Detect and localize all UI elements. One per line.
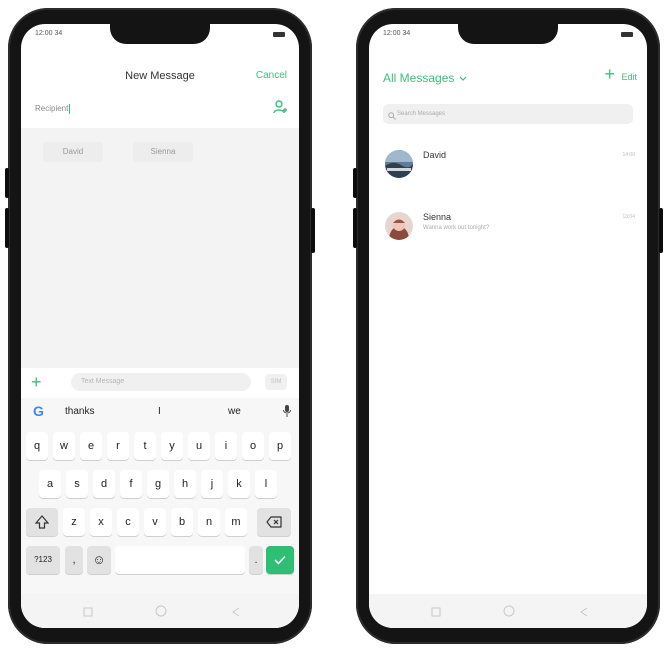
volume-button <box>5 208 9 248</box>
avatar <box>385 212 413 240</box>
word-suggestion[interactable]: I <box>158 406 161 417</box>
key-p[interactable]: p <box>269 432 291 460</box>
back-icon[interactable] <box>579 604 589 622</box>
key-s[interactable]: s <box>66 470 88 498</box>
key-i[interactable]: i <box>215 432 237 460</box>
suggestion-strip: G thanks I we <box>21 398 299 426</box>
contact-name: David <box>423 150 447 160</box>
key-y[interactable]: y <box>161 432 183 460</box>
plus-icon[interactable]: + <box>31 372 42 392</box>
word-suggestion[interactable]: we <box>228 406 241 417</box>
keyboard: G thanks I we q w e r t y u i o p a s d <box>21 398 299 594</box>
contact-suggestions: David Sienna <box>21 128 299 368</box>
key-u[interactable]: u <box>188 432 210 460</box>
backspace-key[interactable] <box>257 508 291 536</box>
phone-frame-right: 12:00 34 All Messages + Edit Search Mess… <box>353 8 663 644</box>
recipient-input[interactable]: Recipient <box>35 104 71 114</box>
google-icon[interactable]: G <box>33 403 44 419</box>
new-message-screen: 12:00 34 New Message Cancel Recipient Da… <box>21 24 299 628</box>
key-c[interactable]: c <box>117 508 139 536</box>
key-v[interactable]: v <box>144 508 166 536</box>
all-messages-screen: 12:00 34 All Messages + Edit Search Mess… <box>369 24 647 628</box>
key-w[interactable]: w <box>53 432 75 460</box>
edit-button[interactable]: Edit <box>621 72 637 82</box>
folder-dropdown[interactable]: All Messages <box>383 71 467 85</box>
enter-key[interactable] <box>266 546 294 574</box>
key-q[interactable]: q <box>26 432 48 460</box>
volume-button <box>5 168 9 198</box>
page-title: All Messages <box>383 71 455 85</box>
conversation-item[interactable]: Sienna Wanna work out tonight? 13:04 <box>369 212 647 262</box>
key-n[interactable]: n <box>198 508 220 536</box>
contact-chip[interactable]: Sienna <box>133 142 193 162</box>
space-key[interactable] <box>115 546 245 574</box>
compose-bar: + Text Message SIM <box>21 368 299 398</box>
recipient-label: Recipient <box>35 104 69 114</box>
check-icon <box>274 556 286 565</box>
key-k[interactable]: k <box>228 470 250 498</box>
message-time: 14:00 <box>622 152 635 158</box>
add-contact-icon[interactable] <box>273 100 287 119</box>
text-cursor <box>69 104 71 114</box>
nav-bar <box>21 594 299 628</box>
power-button <box>659 208 663 253</box>
shift-icon <box>34 515 50 529</box>
notch <box>110 24 210 44</box>
message-preview: Wanna work out tonight? <box>423 225 490 231</box>
emoji-icon: ☺ <box>92 552 106 567</box>
key-t[interactable]: t <box>134 432 156 460</box>
nav-bar <box>369 594 647 628</box>
back-icon[interactable] <box>231 604 241 622</box>
new-message-button[interactable]: + <box>604 64 615 85</box>
notch <box>458 24 558 44</box>
home-icon[interactable] <box>503 604 515 622</box>
word-suggestion[interactable]: thanks <box>65 406 94 417</box>
phone-frame-left: 12:00 34 New Message Cancel Recipient Da… <box>5 8 315 644</box>
key-z[interactable]: z <box>63 508 85 536</box>
message-time: 13:04 <box>622 214 635 220</box>
send-button[interactable]: SIM <box>265 374 287 390</box>
key-g[interactable]: g <box>147 470 169 498</box>
key-f[interactable]: f <box>120 470 142 498</box>
key-o[interactable]: o <box>242 432 264 460</box>
power-button <box>311 208 315 253</box>
status-time: 12:00 34 <box>383 30 411 37</box>
key-m[interactable]: m <box>225 508 247 536</box>
contact-chip[interactable]: David <box>43 142 103 162</box>
key-l[interactable]: l <box>255 470 277 498</box>
search-placeholder: Search Messages <box>397 111 446 117</box>
volume-button <box>353 168 357 198</box>
message-input[interactable]: Text Message <box>71 373 251 391</box>
emoji-key[interactable]: ☺ <box>87 546 111 574</box>
key-d[interactable]: d <box>93 470 115 498</box>
recent-apps-icon[interactable] <box>83 604 93 622</box>
mic-icon[interactable] <box>283 404 291 422</box>
key-h[interactable]: h <box>174 470 196 498</box>
key-j[interactable]: j <box>201 470 223 498</box>
backspace-icon <box>266 516 282 528</box>
recent-apps-icon[interactable] <box>431 604 441 622</box>
cancel-button[interactable]: Cancel <box>256 70 287 81</box>
conversation-item[interactable]: David 14:00 <box>369 150 647 200</box>
symbols-key[interactable]: ?123 <box>26 546 60 574</box>
chevron-down-icon <box>459 76 467 81</box>
key-a[interactable]: a <box>39 470 61 498</box>
key-b[interactable]: b <box>171 508 193 536</box>
contact-name: Sienna <box>423 212 452 222</box>
comma-key[interactable]: , <box>65 546 83 574</box>
battery-icon <box>621 32 633 37</box>
search-input[interactable]: Search Messages <box>383 104 633 124</box>
key-x[interactable]: x <box>90 508 112 536</box>
search-icon <box>388 109 396 129</box>
period-key[interactable]: . <box>249 546 263 574</box>
volume-button <box>353 208 357 248</box>
avatar <box>385 150 413 178</box>
key-e[interactable]: e <box>80 432 102 460</box>
battery-icon <box>273 32 285 37</box>
home-icon[interactable] <box>155 604 167 622</box>
key-r[interactable]: r <box>107 432 129 460</box>
status-time: 12:00 34 <box>35 30 63 37</box>
shift-key[interactable] <box>26 508 58 536</box>
